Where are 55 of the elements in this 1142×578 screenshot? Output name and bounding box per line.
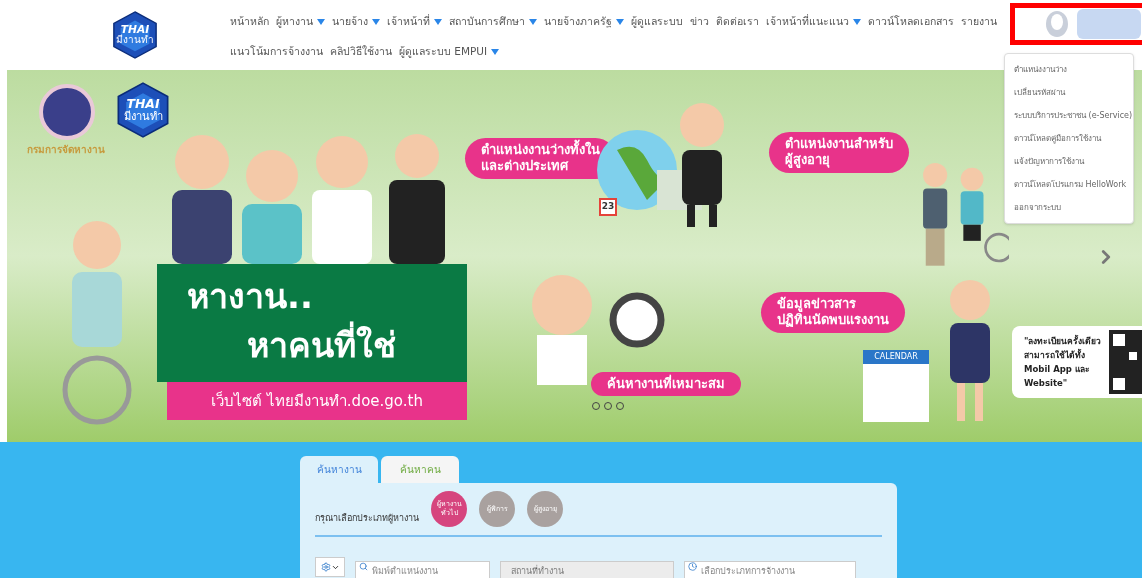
menu-item[interactable]: แจ้งปัญหาการใช้งาน [1005, 150, 1133, 173]
banner-callout: ค้นหางานที่เหมาะสม [591, 372, 741, 397]
seal-caption: กรมการจัดหางาน [27, 143, 105, 157]
settings-dropdown[interactable] [315, 557, 345, 577]
date-badge: 23 [599, 198, 617, 216]
nav-link[interactable]: นายจ้างภาครัฐ [544, 14, 624, 30]
nav-link[interactable]: สถาบันการศึกษา [449, 14, 537, 30]
nav-link[interactable]: แนวโน้มการจ้างงาน [230, 44, 323, 60]
banner-callout: ตำแหน่งงานสำหรับ ผู้สูงอายุ [769, 132, 909, 173]
nav-link[interactable]: ดาวน์โหลดเอกสาร [868, 14, 954, 30]
menu-item[interactable]: ดาวน์โหลดโปรแกรม HelloWork [1005, 173, 1133, 196]
caret-icon [616, 19, 624, 26]
menu-item[interactable]: ออกจากระบบ [1005, 196, 1133, 219]
caret-icon [434, 19, 442, 26]
nav-link[interactable]: รายงาน [961, 14, 997, 30]
menu-item[interactable]: ดาวน์โหลดคู่มือการใช้งาน [1005, 127, 1133, 150]
calendar-title: CALENDAR [863, 350, 929, 364]
nav-link[interactable]: ติดต่อเรา [716, 14, 759, 30]
nav-link[interactable]: คลิปวิธีใช้งาน [330, 44, 392, 60]
qr-caption: "ลงทะเบียนครั้งเดียว สามารถใช้ได้ทั้ง Mobil App และ Website" [1024, 334, 1102, 390]
clock-icon [688, 562, 697, 571]
menu-item[interactable]: ตำแหน่งงานว่าง [1005, 58, 1133, 81]
search-field[interactable]: พิมพ์ตำแหน่งงาน [355, 561, 490, 578]
website-banner: เว็บไซต์ ไทยมีงานทำ.doe.go.th [167, 382, 467, 420]
logo-subtitle: มีงานทำ [123, 110, 163, 122]
menu-item[interactable]: เปลี่ยนรหัสผ่าน [1005, 81, 1133, 104]
nav-link[interactable]: ข่าว [690, 14, 709, 30]
nav-link[interactable]: เจ้าหน้าที่ [387, 14, 442, 30]
caret-icon [491, 48, 500, 55]
logo-subtitle: มีงานทำ [116, 35, 154, 46]
nav-link[interactable]: หน้าหลัก [230, 14, 269, 30]
avatar-icon [1045, 10, 1069, 38]
menu-item[interactable]: ระบบบริการประชาชน (e-Service) [1005, 104, 1133, 127]
carousel-dots-icon[interactable] [591, 401, 625, 411]
nav-link[interactable]: ผู้หางาน [276, 14, 325, 30]
gear-icon [320, 562, 331, 572]
headline-text: หางาน.. [187, 275, 313, 318]
caret-icon [853, 19, 861, 26]
prompt-text: กรุณาเลือกประเภทผู้หางาน [315, 511, 419, 526]
user-menu-toggle[interactable] [1010, 3, 1142, 45]
nav-link[interactable]: นายจ้าง [332, 14, 380, 30]
seal-emblem [39, 84, 95, 140]
nav-link[interactable]: ผู้ดูแลระบบ [631, 14, 683, 30]
caret-icon [317, 19, 325, 26]
nav-link[interactable]: เจ้าหน้าที่แนะแนว [766, 14, 861, 30]
banner-callout: ข้อมูลข่าวสาร ปฏิทินนัดพบแรงงาน [761, 292, 905, 333]
search-icon [359, 562, 368, 571]
headline-text: หาคนที่ใช่ [247, 321, 396, 371]
nav-link[interactable]: ผู้ดูแลระบบ EMPUI [399, 44, 500, 60]
username-placeholder [1077, 9, 1141, 39]
caret-icon [529, 19, 537, 26]
caret-icon [372, 19, 380, 26]
search-field[interactable]: เลือกประเภทการจ้างงาน [684, 561, 856, 578]
logo-word: THAI [126, 98, 160, 111]
search-tab[interactable]: ค้นหางาน [300, 456, 378, 483]
